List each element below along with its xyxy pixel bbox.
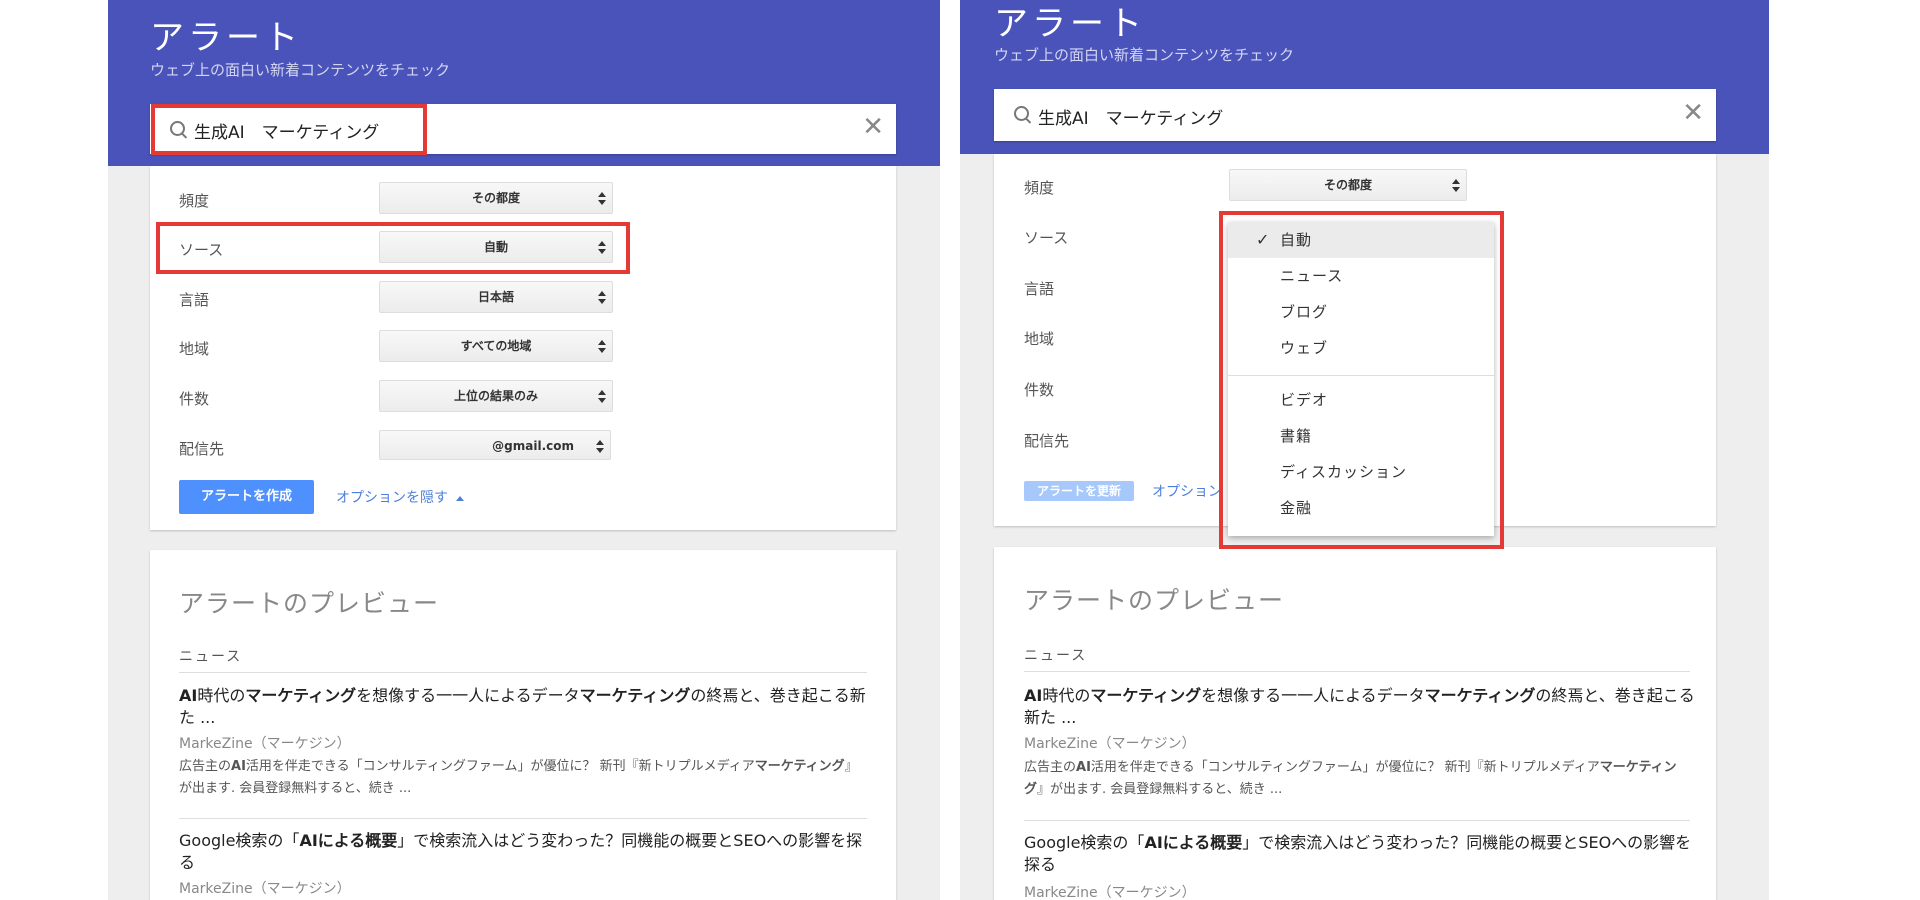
search-input[interactable]: 生成AI マーケティング ✕ bbox=[150, 104, 896, 154]
region-label: 地域 bbox=[1024, 330, 1055, 348]
region-value: すべての地域 bbox=[460, 339, 532, 353]
divider bbox=[179, 672, 867, 673]
dropdown-separator bbox=[1228, 375, 1494, 376]
count-label: 件数 bbox=[179, 390, 210, 408]
news-section-label: ニュース bbox=[1024, 648, 1088, 664]
select-arrow-icon bbox=[598, 340, 606, 345]
divider bbox=[1024, 820, 1690, 821]
region-label: 地域 bbox=[179, 340, 210, 358]
language-label: 言語 bbox=[1024, 280, 1055, 298]
dropdown-item-finance[interactable]: 金融 bbox=[1228, 490, 1494, 526]
source-label: ソース bbox=[1024, 229, 1069, 247]
select-arrow-icon bbox=[1452, 179, 1460, 184]
article-snippet: 広告主のAI活用を伴走できる「コンサルティングファーム」が優位に？ 新刊『新トリ… bbox=[1024, 760, 1677, 797]
search-query: 生成AI マーケティング bbox=[1038, 109, 1224, 129]
select-arrow-icon bbox=[598, 192, 606, 197]
source-select[interactable]: 自動 bbox=[379, 231, 613, 263]
frequency-select[interactable]: その都度 bbox=[379, 182, 613, 214]
create-alert-button[interactable]: アラートを作成 bbox=[179, 480, 314, 514]
article-source: MarkeZine（マーケジン） bbox=[1024, 736, 1196, 752]
preview-card: アラートのプレビュー ニュース AI時代のマーケティングを想像する一一人によるデ… bbox=[150, 550, 896, 900]
select-arrow-icon bbox=[598, 299, 606, 304]
article-source: MarkeZine（マーケジン） bbox=[179, 881, 351, 897]
deliver-label: 配信先 bbox=[179, 440, 225, 458]
select-arrow-icon bbox=[598, 390, 606, 395]
article-title[interactable]: AI時代のマーケティングを想像する一一人によるデータマーケティングの終焉と、巻き… bbox=[179, 685, 869, 729]
select-arrow-icon bbox=[598, 291, 606, 296]
select-arrow-icon bbox=[598, 398, 606, 403]
select-arrow-icon bbox=[598, 241, 606, 246]
article-source: MarkeZine（マーケジン） bbox=[179, 736, 351, 752]
count-label: 件数 bbox=[1024, 381, 1055, 399]
frequency-value: その都度 bbox=[471, 191, 520, 205]
select-arrow-icon bbox=[598, 348, 606, 353]
news-section-label: ニュース bbox=[179, 649, 243, 665]
select-arrow-icon bbox=[596, 448, 604, 453]
dropdown-item-news[interactable]: ニュース bbox=[1228, 258, 1494, 294]
app-title: アラート bbox=[994, 4, 1146, 44]
deliver-label: 配信先 bbox=[1024, 432, 1070, 450]
clear-icon[interactable]: ✕ bbox=[1682, 98, 1704, 128]
select-arrow-icon bbox=[1452, 187, 1460, 192]
region-select[interactable]: すべての地域 bbox=[379, 330, 613, 362]
search-icon bbox=[1014, 106, 1029, 121]
alerts-panel-left: アラート ウェブ上の面白い新着コンテンツをチェック 生成AI マーケティング ✕… bbox=[108, 0, 940, 900]
article-source: MarkeZine（マーケジン） bbox=[1024, 885, 1196, 900]
count-value: 上位の結果のみ bbox=[453, 389, 538, 403]
deliver-value: @gmail.com bbox=[492, 439, 574, 453]
source-value: 自動 bbox=[483, 240, 508, 254]
language-label: 言語 bbox=[179, 291, 210, 309]
chevron-up-icon bbox=[456, 495, 464, 501]
preview-title: アラートのプレビュー bbox=[179, 589, 440, 618]
dropdown-item-books[interactable]: 書籍 bbox=[1228, 418, 1494, 454]
select-arrow-icon bbox=[598, 200, 606, 205]
article-snippet: 広告主のAI活用を伴走できる「コンサルティングファーム」が優位に？ 新刊『新トリ… bbox=[179, 759, 858, 796]
frequency-label: 頻度 bbox=[1024, 179, 1055, 197]
checkmark-icon: ✓ bbox=[1256, 230, 1271, 249]
update-alert-button[interactable]: アラートを更新 bbox=[1024, 481, 1134, 501]
source-dropdown-menu: ✓ 自動 ニュース ブログ ウェブ ビデオ 書籍 ディスカッション 金融 bbox=[1228, 222, 1494, 536]
article-title[interactable]: Google検索の「AIによる概要」で検索流入はどう変わった？同機能の概要とSE… bbox=[1024, 832, 1696, 876]
options-card: 頻度 その都度 ソース 自動 言語 日本語 地域 すべての地域 件数 上位の結果… bbox=[150, 166, 896, 530]
language-value: 日本語 bbox=[477, 290, 514, 304]
dropdown-item-auto[interactable]: ✓ 自動 bbox=[1228, 222, 1494, 258]
divider bbox=[179, 818, 867, 819]
frequency-value: その都度 bbox=[1323, 178, 1372, 192]
select-arrow-icon bbox=[598, 249, 606, 254]
hide-options-label: オプションを隠す bbox=[336, 490, 448, 506]
app-subtitle: ウェブ上の面白い新着コンテンツをチェック bbox=[150, 61, 451, 79]
search-icon bbox=[170, 121, 185, 136]
preview-card: アラートのプレビュー ニュース AI時代のマーケティングを想像する一一人によるデ… bbox=[994, 547, 1716, 900]
frequency-label: 頻度 bbox=[179, 192, 210, 210]
dropdown-item-web[interactable]: ウェブ bbox=[1228, 330, 1494, 366]
hide-options-link[interactable]: オプションを隠す bbox=[336, 487, 464, 507]
dropdown-item-blog[interactable]: ブログ bbox=[1228, 294, 1494, 330]
dropdown-item-video[interactable]: ビデオ bbox=[1228, 382, 1494, 418]
divider bbox=[1024, 671, 1690, 672]
clear-icon[interactable]: ✕ bbox=[862, 112, 884, 142]
frequency-select[interactable]: その都度 bbox=[1229, 169, 1467, 201]
article-title[interactable]: Google検索の「AIによる概要」で検索流入はどう変わった？同機能の概要とSE… bbox=[179, 830, 869, 874]
hide-options-link[interactable]: オプション bbox=[1152, 481, 1222, 501]
app-title: アラート bbox=[150, 18, 302, 58]
alerts-panel-right: アラート ウェブ上の面白い新着コンテンツをチェック 生成AI マーケティング ✕… bbox=[960, 0, 1769, 900]
source-label: ソース bbox=[179, 241, 224, 259]
deliver-select[interactable]: @gmail.com bbox=[379, 430, 611, 460]
search-input[interactable]: 生成AI マーケティング ✕ bbox=[994, 89, 1716, 141]
count-select[interactable]: 上位の結果のみ bbox=[379, 380, 613, 412]
preview-title: アラートのプレビュー bbox=[1024, 586, 1285, 615]
dropdown-item-discussion[interactable]: ディスカッション bbox=[1228, 454, 1494, 490]
search-query: 生成AI マーケティング bbox=[194, 123, 380, 143]
article-title[interactable]: AI時代のマーケティングを想像する一一人によるデータマーケティングの終焉と、巻き… bbox=[1024, 685, 1696, 729]
language-select[interactable]: 日本語 bbox=[379, 281, 613, 313]
select-arrow-icon bbox=[596, 440, 604, 445]
app-subtitle: ウェブ上の面白い新着コンテンツをチェック bbox=[994, 46, 1295, 64]
